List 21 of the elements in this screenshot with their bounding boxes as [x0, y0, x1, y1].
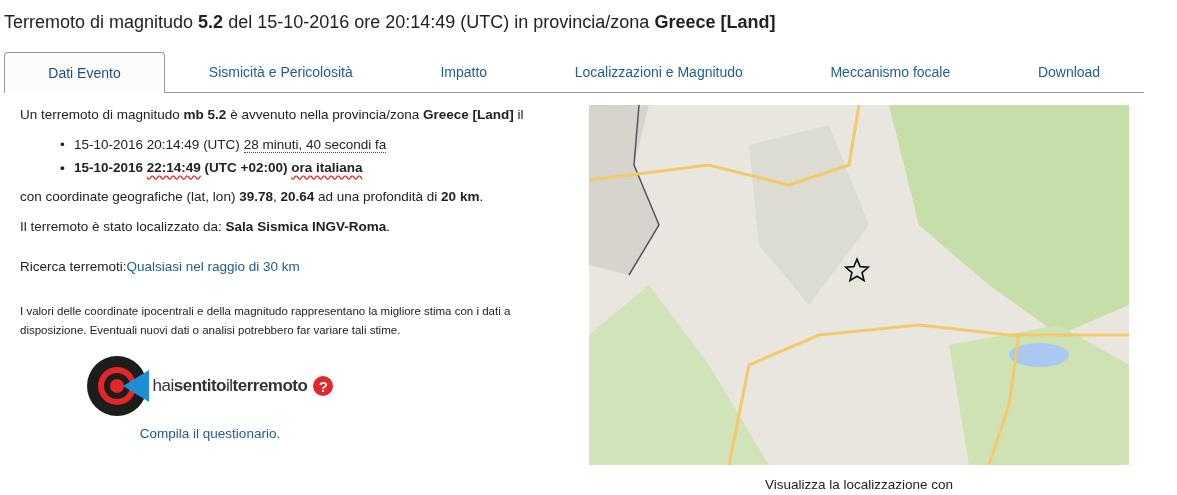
page-title: Terremoto di magnitudo 5.2 del 15-10-2016 ore 20:14:49 (UTC) in provincia/zona Greece [Land] [3, 11, 777, 34]
time-item: • 15-10-2016 22:14:49 (UTC +02:00) ora italiana [60, 159, 363, 177]
help-icon[interactable]: ? [313, 376, 334, 396]
disclaimer-text: I valori delle coordinate ipocentrali e della magnitudo rappresentano la migliore stima con i dati a disposizione. Eventuali nuovi dati o analisi potrebbero far variare tali stime. [20, 304, 512, 338]
tab[interactable]: Meccanismo focale [786, 52, 995, 93]
tab[interactable]: Localizzazioni e Magnitudo [530, 52, 787, 93]
intro-text: Un terremoto di magnitudo mb 5.2 è avvenuto nella provincia/zona Greece [Land] il [20, 106, 525, 124]
coordinates-text: con coordinate geografiche (lat, lon) 39.78, 20.64 ad una profondità di 20 km. [20, 188, 485, 206]
tab[interactable]: Download [994, 52, 1144, 93]
logo-text: haisentitoilterremoto [152, 376, 308, 396]
map-caption: Visualizza la localizzazione con [764, 477, 954, 492]
questionnaire-link[interactable]: Compila il questionario. [139, 426, 281, 441]
tab[interactable]: Dati Evento [4, 52, 165, 93]
located-text: Il terremoto è stato localizzato da: Sala Sismica INGV-Roma. [20, 218, 391, 236]
target-logo-icon [86, 354, 151, 418]
tab[interactable]: Sismicità e Pericolosità [165, 52, 397, 93]
tab[interactable]: Impatto [396, 52, 531, 93]
search-link[interactable]: Qualsiasi nel raggio di 30 km [126, 259, 300, 274]
star-icon [844, 257, 870, 283]
search-label: Ricerca terremoti: [20, 259, 127, 274]
time-item: • 15-10-2016 20:14:49 (UTC) 28 minuti, 40 secondi fa [60, 136, 387, 155]
